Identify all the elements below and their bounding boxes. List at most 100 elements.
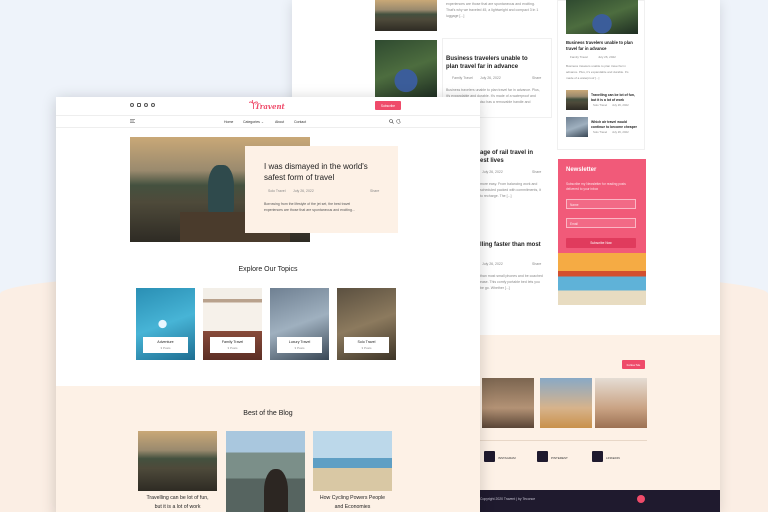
post-title[interactable]: lling faster than most [480, 242, 541, 248]
post-image[interactable] [375, 0, 437, 31]
twitter-icon[interactable] [144, 103, 148, 107]
copyright-text: Copyright 2020 Travent | by Teconce [480, 497, 536, 501]
social-label-pinterest[interactable]: PINTEREST [551, 456, 568, 460]
sidebar-post-title[interactable]: Travelling can be lot of fun, [591, 93, 635, 97]
topic-name: Adventure [157, 340, 174, 344]
nav-about[interactable]: About [275, 120, 284, 124]
hero-excerpt: Borrowing from the lifestyle of the jet … [264, 202, 351, 206]
topic-card-family-travel[interactable]: Family Travel 3 Posts [203, 288, 262, 360]
post-image[interactable] [375, 40, 437, 98]
post-excerpt: than most small phones and be coached [480, 274, 543, 278]
nav-home[interactable]: Home [224, 120, 233, 124]
section-title-topics: Explore Our Topics [238, 266, 298, 273]
share-link[interactable]: Share [532, 262, 541, 266]
post-author[interactable]: Family Travel [570, 55, 588, 59]
person-silhouette [208, 165, 234, 217]
blog-card-title[interactable]: and Economies [313, 504, 392, 510]
post-date: July 26, 2022 [598, 55, 616, 59]
sidebar-post-title[interactable]: continue to become cheaper [591, 125, 637, 129]
topic-count: 3 Posts [294, 346, 305, 350]
post-date: July 26, 2022 [482, 262, 503, 266]
blog-card-image[interactable] [138, 431, 217, 491]
post-title[interactable]: est lives [480, 158, 504, 164]
blog-card-title[interactable]: How Cycling Powers People [313, 495, 392, 501]
post-author[interactable]: Solo Travel [593, 130, 607, 134]
email-field[interactable]: Email [566, 218, 636, 228]
post-title[interactable]: Business travelers unable to [446, 56, 528, 62]
nav-contact[interactable]: Contact [294, 120, 306, 124]
post-excerpt: Business travelers unable to plan travel… [446, 88, 540, 92]
follow-me-button[interactable]: Follow Me [622, 360, 645, 369]
sidebar-thumb[interactable] [566, 90, 588, 110]
scroll-top-button[interactable] [637, 495, 645, 503]
instagram-icon[interactable] [484, 451, 495, 462]
instagram-icon[interactable] [137, 103, 141, 107]
post-date: July 26, 2022 [612, 103, 629, 107]
instagram-photo[interactable] [482, 378, 534, 428]
post-author[interactable]: Solo Travel [593, 103, 607, 107]
post-excerpt: advance. Plus, it's expandable and durab… [566, 70, 629, 74]
sidebar-post-title[interactable]: Which air travel would [591, 120, 627, 124]
pinterest-icon[interactable] [537, 451, 548, 462]
post-title[interactable]: age of rail travel in [480, 150, 533, 156]
social-label-linkedin[interactable]: LINKEDIN [606, 456, 620, 460]
post-excerpt: ease. This comfy portable bed lets you [480, 280, 540, 284]
search-icon[interactable] [389, 119, 394, 124]
topic-count: 3 Posts [361, 346, 372, 350]
menu-icon[interactable] [130, 119, 135, 123]
chevron-down-icon: ⌄ [261, 119, 264, 124]
pinterest-icon[interactable] [151, 103, 155, 107]
person-silhouette [264, 469, 288, 512]
hero-author[interactable]: Solo Travel [268, 189, 286, 193]
sidebar-feature-title[interactable]: travel far in advance [566, 46, 607, 51]
share-link[interactable]: Share [370, 189, 379, 193]
newsletter-title: Newsletter [566, 167, 597, 173]
blog-card-title[interactable]: Travelling can be lot of fun, [138, 495, 217, 501]
sidebar-feature-image[interactable] [566, 0, 638, 34]
subscribe-now-button[interactable]: Subscribe Now [566, 238, 636, 248]
post-excerpt: to recharge. The [...] [480, 194, 512, 198]
hero-title[interactable]: I was dismayed in the world's [264, 162, 368, 171]
subscribe-button[interactable]: Subscribe [375, 101, 401, 110]
divider [56, 115, 480, 116]
post-excerpt: made of a waterproof [...] [566, 76, 600, 80]
post-author[interactable]: Family Travel [452, 76, 473, 80]
share-link[interactable]: Share [532, 76, 541, 80]
topic-card-luxury-travel[interactable]: Luxury Travel 3 Posts [270, 288, 329, 360]
instagram-photo[interactable] [595, 378, 647, 428]
sidebar-post-title[interactable]: but it is a lot of work [591, 98, 624, 102]
post-excerpt: more easy. From balancing work and [480, 182, 538, 186]
topic-name: Family Travel [221, 340, 244, 344]
sidebar-feature-title[interactable]: Business travelers unable to plan [566, 40, 633, 45]
blog-card-image[interactable] [226, 431, 305, 512]
post-excerpt: luggage [...] [446, 14, 465, 18]
post-excerpt: be go. Whether [...] [480, 286, 510, 290]
share-link[interactable]: Share [532, 170, 541, 174]
post-excerpt: scheduled packed with commitments, it [480, 188, 541, 192]
linkedin-icon[interactable] [592, 451, 603, 462]
post-date: July 26, 2022 [480, 76, 501, 80]
post-date: July 26, 2022 [612, 130, 629, 134]
topic-name: Solo Travel [357, 340, 376, 344]
topic-name: Luxury Travel [288, 340, 311, 344]
post-title[interactable]: plan travel far in advance [446, 64, 518, 70]
post-excerpt: That's why we traveled 45, a lightweight… [446, 8, 539, 12]
name-field[interactable]: Name [566, 199, 636, 209]
instagram-photo[interactable] [540, 378, 592, 428]
nav-categories[interactable]: Categories [243, 120, 260, 124]
post-excerpt: Business travelers unable to plan travel… [566, 64, 626, 68]
hero-title[interactable]: safest form of travel [264, 173, 334, 182]
social-label-instagram[interactable]: INSTAGRAM [498, 456, 516, 460]
moon-icon[interactable] [396, 119, 401, 124]
sidebar-thumb[interactable] [566, 117, 588, 137]
post-excerpt: experiences are those that are spontaneo… [446, 2, 535, 6]
hero-date: July 26, 2022 [293, 189, 314, 193]
divider [56, 127, 480, 128]
topic-card-solo-travel[interactable]: Solo Travel 3 Posts [337, 288, 396, 360]
front-page: Travent Subscribe Home Categories ⌄ Abou… [56, 97, 480, 512]
brand-logo[interactable]: Travent [255, 102, 285, 111]
topic-card-adventure[interactable]: Adventure 3 Posts [136, 288, 195, 360]
facebook-icon[interactable] [130, 103, 134, 107]
blog-card-title[interactable]: but it is a lot of work [138, 504, 217, 510]
blog-card-image[interactable] [313, 431, 392, 491]
